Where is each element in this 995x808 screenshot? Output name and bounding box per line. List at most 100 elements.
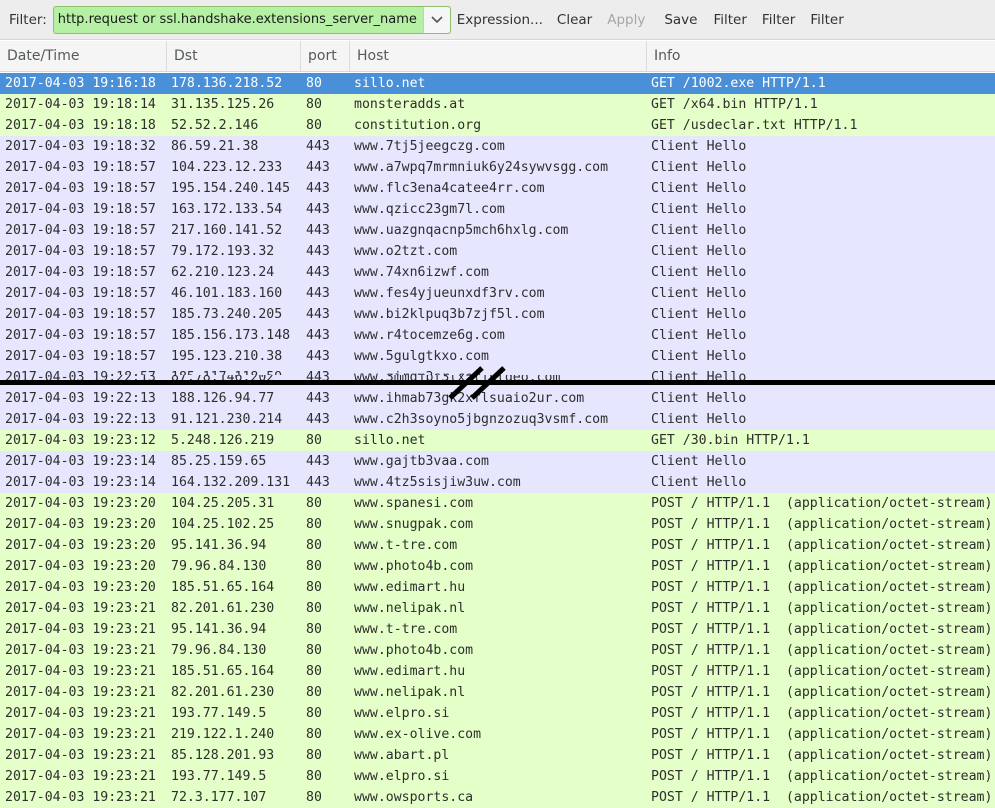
cell-info: POST / HTTP/1.1 (application/octet-strea…: [651, 517, 993, 532]
cell-dst: 95.141.36.94: [171, 622, 267, 637]
cell-info: Client Hello: [651, 139, 747, 154]
cell-dst: 87.78.146.202: [171, 375, 275, 385]
packet-row[interactable]: 2017-04-03 19:18:32 86.59.21.38 443 www.7tj…: [0, 136, 995, 157]
cell-datetime: 2017-04-03 19:22:13: [5, 391, 156, 406]
cell-host: www.4tz5sisjiw3uw.com: [354, 475, 521, 490]
cell-dst: 185.117.118.59: [171, 367, 282, 375]
packet-row[interactable]: 2017-04-03 19:23:21 219.122.1.240 80 www.ex…: [0, 724, 995, 745]
column-header-dst[interactable]: Dst: [167, 41, 301, 71]
cell-port: 443: [306, 375, 330, 385]
cell-datetime: 2017-04-03 19:23:21: [5, 601, 156, 616]
cell-info: Client Hello: [651, 475, 747, 490]
cell-datetime: 2017-04-03 19:23:20: [5, 559, 156, 574]
packet-row[interactable]: 2017-04-03 19:18:57 195.154.240.145 443 www…: [0, 178, 995, 199]
packet-row[interactable]: 2017-04-03 19:23:20 104.25.205.31 80 www.sp…: [0, 493, 995, 514]
cell-datetime: 2017-04-03 19:23:21: [5, 643, 156, 658]
cell-port: 443: [306, 160, 330, 175]
cell-port: 80: [306, 622, 322, 637]
cell-dst: 79.96.84.130: [171, 643, 267, 658]
packet-row[interactable]: 2017-04-03 19:18:57 185.117.118.59 443 www.…: [0, 367, 995, 375]
filter-button-3[interactable]: Filter: [810, 12, 843, 28]
packet-row[interactable]: 2017-04-03 19:18:57 104.223.12.233 443 www.…: [0, 157, 995, 178]
packet-row[interactable]: 2017-04-03 19:18:57 62.210.123.24 443 www.7…: [0, 262, 995, 283]
cell-host: www.edimart.hu: [354, 580, 466, 595]
packet-row[interactable]: 2017-04-03 19:18:57 79.172.193.32 443 www.o…: [0, 241, 995, 262]
cell-datetime: 2017-04-03 19:18:57: [5, 160, 156, 175]
packet-row[interactable]: 2017-04-03 19:23:20 104.25.102.25 80 www.sn…: [0, 514, 995, 535]
cell-info: Client Hello: [651, 286, 747, 301]
packet-row[interactable]: 2017-04-03 19:16:18 178.136.218.52 80 sillo…: [0, 73, 995, 94]
filter-button-1[interactable]: Filter: [713, 12, 746, 28]
cell-port: 443: [306, 181, 330, 196]
packet-row[interactable]: 2017-04-03 19:22:13 91.121.230.214 443 www.…: [0, 409, 995, 430]
packet-row[interactable]: 2017-04-03 19:18:57 217.160.141.52 443 www.…: [0, 220, 995, 241]
packet-row[interactable]: 2017-04-03 19:23:20 95.141.36.94 80 www.t-t…: [0, 535, 995, 556]
packet-row[interactable]: 2017-04-03 19:23:20 79.96.84.130 80 www.pho…: [0, 556, 995, 577]
packet-row[interactable]: 2017-04-03 19:23:21 193.77.149.5 80 www.elp…: [0, 703, 995, 724]
cell-datetime: 2017-04-03 19:23:21: [5, 706, 156, 721]
packet-row[interactable]: 2017-04-03 19:23:12 5.248.126.219 80 sillo.…: [0, 430, 995, 451]
packet-row[interactable]: 2017-04-03 19:18:57 46.101.183.160 443 www.…: [0, 283, 995, 304]
display-filter-input[interactable]: [53, 6, 423, 33]
cell-datetime: 2017-04-03 19:18:57: [5, 202, 156, 217]
cell-host: monsteradds.at: [354, 97, 466, 112]
cell-dst: 185.51.65.164: [171, 580, 275, 595]
cell-info: POST / HTTP/1.1 (application/octet-strea…: [651, 559, 993, 574]
cell-dst: 217.160.141.52: [171, 223, 283, 238]
packet-row[interactable]: 2017-04-03 19:18:57 195.123.210.38 443 www.…: [0, 346, 995, 367]
cell-info: Client Hello: [651, 202, 747, 217]
column-header-port[interactable]: port: [301, 41, 350, 71]
column-header-info[interactable]: Info: [647, 41, 995, 71]
packet-row[interactable]: 2017-04-03 19:23:14 85.25.159.65 443 www.ga…: [0, 451, 995, 472]
cell-dst: 86.59.21.38: [171, 139, 259, 154]
clear-button[interactable]: Clear: [557, 12, 592, 28]
apply-button[interactable]: Apply: [607, 12, 645, 28]
packet-row[interactable]: 2017-04-03 19:18:18 52.52.2.146 80 constitu…: [0, 115, 995, 136]
cell-port: 443: [306, 391, 330, 406]
save-button[interactable]: Save: [664, 12, 697, 28]
cell-port: 80: [306, 559, 322, 574]
packet-row[interactable]: 2017-04-03 19:23:21 193.77.149.5 80 www.elp…: [0, 766, 995, 787]
cell-dst: 31.135.125.26: [171, 97, 275, 112]
cell-info: Client Hello: [651, 328, 747, 343]
cell-datetime: 2017-04-03 19:16:18: [5, 76, 156, 91]
packet-row[interactable]: 2017-04-03 19:18:57 163.172.133.54 443 www.…: [0, 199, 995, 220]
cell-info: Client Hello: [651, 349, 747, 364]
packet-row[interactable]: 2017-04-03 19:23:20 185.51.65.164 80 www.ed…: [0, 577, 995, 598]
cell-datetime: 2017-04-03 19:22:13: [5, 375, 156, 385]
packet-row[interactable]: 2017-04-03 19:23:21 95.141.36.94 80 www.t-t…: [0, 619, 995, 640]
filter-history-dropdown[interactable]: [422, 6, 450, 33]
cell-datetime: 2017-04-03 19:23:20: [5, 517, 156, 532]
cell-datetime: 2017-04-03 19:23:21: [5, 790, 156, 805]
column-header-datetime[interactable]: Date/Time: [0, 41, 167, 71]
packet-row[interactable]: 2017-04-03 19:23:21 85.128.201.93 80 www.ab…: [0, 745, 995, 766]
packet-row[interactable]: 2017-04-03 19:23:21 79.96.84.130 80 www.pho…: [0, 640, 995, 661]
packet-row[interactable]: 2017-04-03 19:18:57 185.73.240.205 443 www.…: [0, 304, 995, 325]
cell-dst: 91.121.230.214: [171, 412, 283, 427]
packet-row[interactable]: 2017-04-03 19:22:13 87.78.146.202 443 www.3…: [0, 375, 995, 388]
cell-datetime: 2017-04-03 19:18:57: [5, 349, 156, 364]
cell-info: POST / HTTP/1.1 (application/octet-strea…: [651, 727, 993, 742]
filter-button-2[interactable]: Filter: [762, 12, 795, 28]
packet-row[interactable]: 2017-04-03 19:18:14 31.135.125.26 80 monste…: [0, 94, 995, 115]
packet-row[interactable]: 2017-04-03 19:22:13 188.126.94.77 443 www.i…: [0, 388, 995, 409]
packet-row[interactable]: 2017-04-03 19:18:57 185.156.173.148 443 www…: [0, 325, 995, 346]
cell-info: Client Hello: [651, 367, 746, 375]
cell-host: www.owsports.ca: [354, 790, 474, 805]
packet-row[interactable]: 2017-04-03 19:23:14 164.132.209.131 443 www…: [0, 472, 995, 493]
packet-row[interactable]: 2017-04-03 19:23:21 185.51.65.164 80 www.ed…: [0, 661, 995, 682]
column-header-host[interactable]: Host: [350, 41, 647, 71]
cell-port: 443: [306, 328, 330, 343]
cell-port: 80: [306, 538, 322, 553]
cell-host: www.nelipak.nl: [354, 601, 466, 616]
display-filter-box: [52, 5, 451, 34]
packet-row[interactable]: 2017-04-03 19:23:21 82.201.61.230 80 www.ne…: [0, 682, 995, 703]
cell-datetime: 2017-04-03 19:23:21: [5, 727, 156, 742]
packet-row[interactable]: 2017-04-03 19:23:21 72.3.177.107 80 www.ows…: [0, 787, 995, 808]
expression-button[interactable]: Expression...: [457, 12, 543, 28]
cell-port: 443: [306, 202, 330, 217]
cell-port: 80: [306, 601, 322, 616]
cell-info: POST / HTTP/1.1 (application/octet-strea…: [651, 538, 993, 553]
cell-dst: 178.136.218.52: [171, 76, 283, 91]
packet-row[interactable]: 2017-04-03 19:23:21 82.201.61.230 80 www.ne…: [0, 598, 995, 619]
